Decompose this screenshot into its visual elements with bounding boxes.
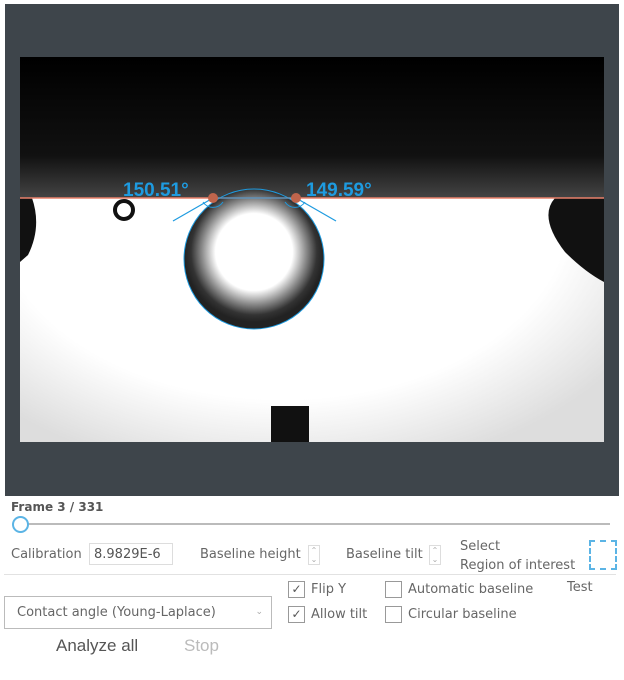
calibration-input[interactable]: 8.9829E-6 xyxy=(89,543,173,565)
right-angle-label: 149.59° xyxy=(306,180,372,201)
roi-label-line2: Region of interest xyxy=(460,558,576,573)
left-angle-label: 150.51° xyxy=(123,180,189,201)
divider xyxy=(4,574,616,575)
flip-y-checkbox[interactable]: ✓ xyxy=(288,581,305,598)
baseline-tilt-spinner[interactable]: ⌃ ⌄ xyxy=(429,545,441,565)
automatic-baseline-label: Automatic baseline xyxy=(408,582,534,597)
analyze-all-button[interactable]: Analyze all xyxy=(56,636,138,656)
allow-tilt-label: Allow tilt xyxy=(311,607,368,622)
baseline-height-label: Baseline height xyxy=(200,547,301,562)
allow-tilt-checkbox[interactable]: ✓ xyxy=(288,606,305,623)
slider-track[interactable] xyxy=(18,523,610,525)
frame-slider[interactable] xyxy=(12,515,610,533)
image-viewer[interactable]: 150.51° 149.59° xyxy=(5,4,619,496)
stop-button[interactable]: Stop xyxy=(184,636,219,656)
method-dropdown[interactable]: Contact angle (Young-Laplace) ⌄ xyxy=(4,596,272,629)
automatic-baseline-checkbox[interactable] xyxy=(385,581,402,598)
droplet-image[interactable]: 150.51° 149.59° xyxy=(20,57,604,442)
roi-label-line1: Select xyxy=(460,539,501,554)
chevron-down-icon: ⌄ xyxy=(255,607,263,617)
test-button[interactable]: Test xyxy=(567,580,593,595)
flip-y-label: Flip Y xyxy=(311,582,347,597)
calibration-label: Calibration xyxy=(11,547,82,562)
baseline-tilt-label: Baseline tilt xyxy=(346,547,423,562)
slider-thumb[interactable] xyxy=(12,516,29,533)
select-roi-button[interactable] xyxy=(589,540,617,570)
circular-baseline-checkbox[interactable] xyxy=(385,606,402,623)
method-selected: Contact angle (Young-Laplace) xyxy=(17,605,216,620)
frame-label: Frame 3 / 331 xyxy=(11,500,104,514)
baseline-height-spinner[interactable]: ⌃ ⌄ xyxy=(308,545,320,565)
circular-baseline-label: Circular baseline xyxy=(408,607,517,622)
